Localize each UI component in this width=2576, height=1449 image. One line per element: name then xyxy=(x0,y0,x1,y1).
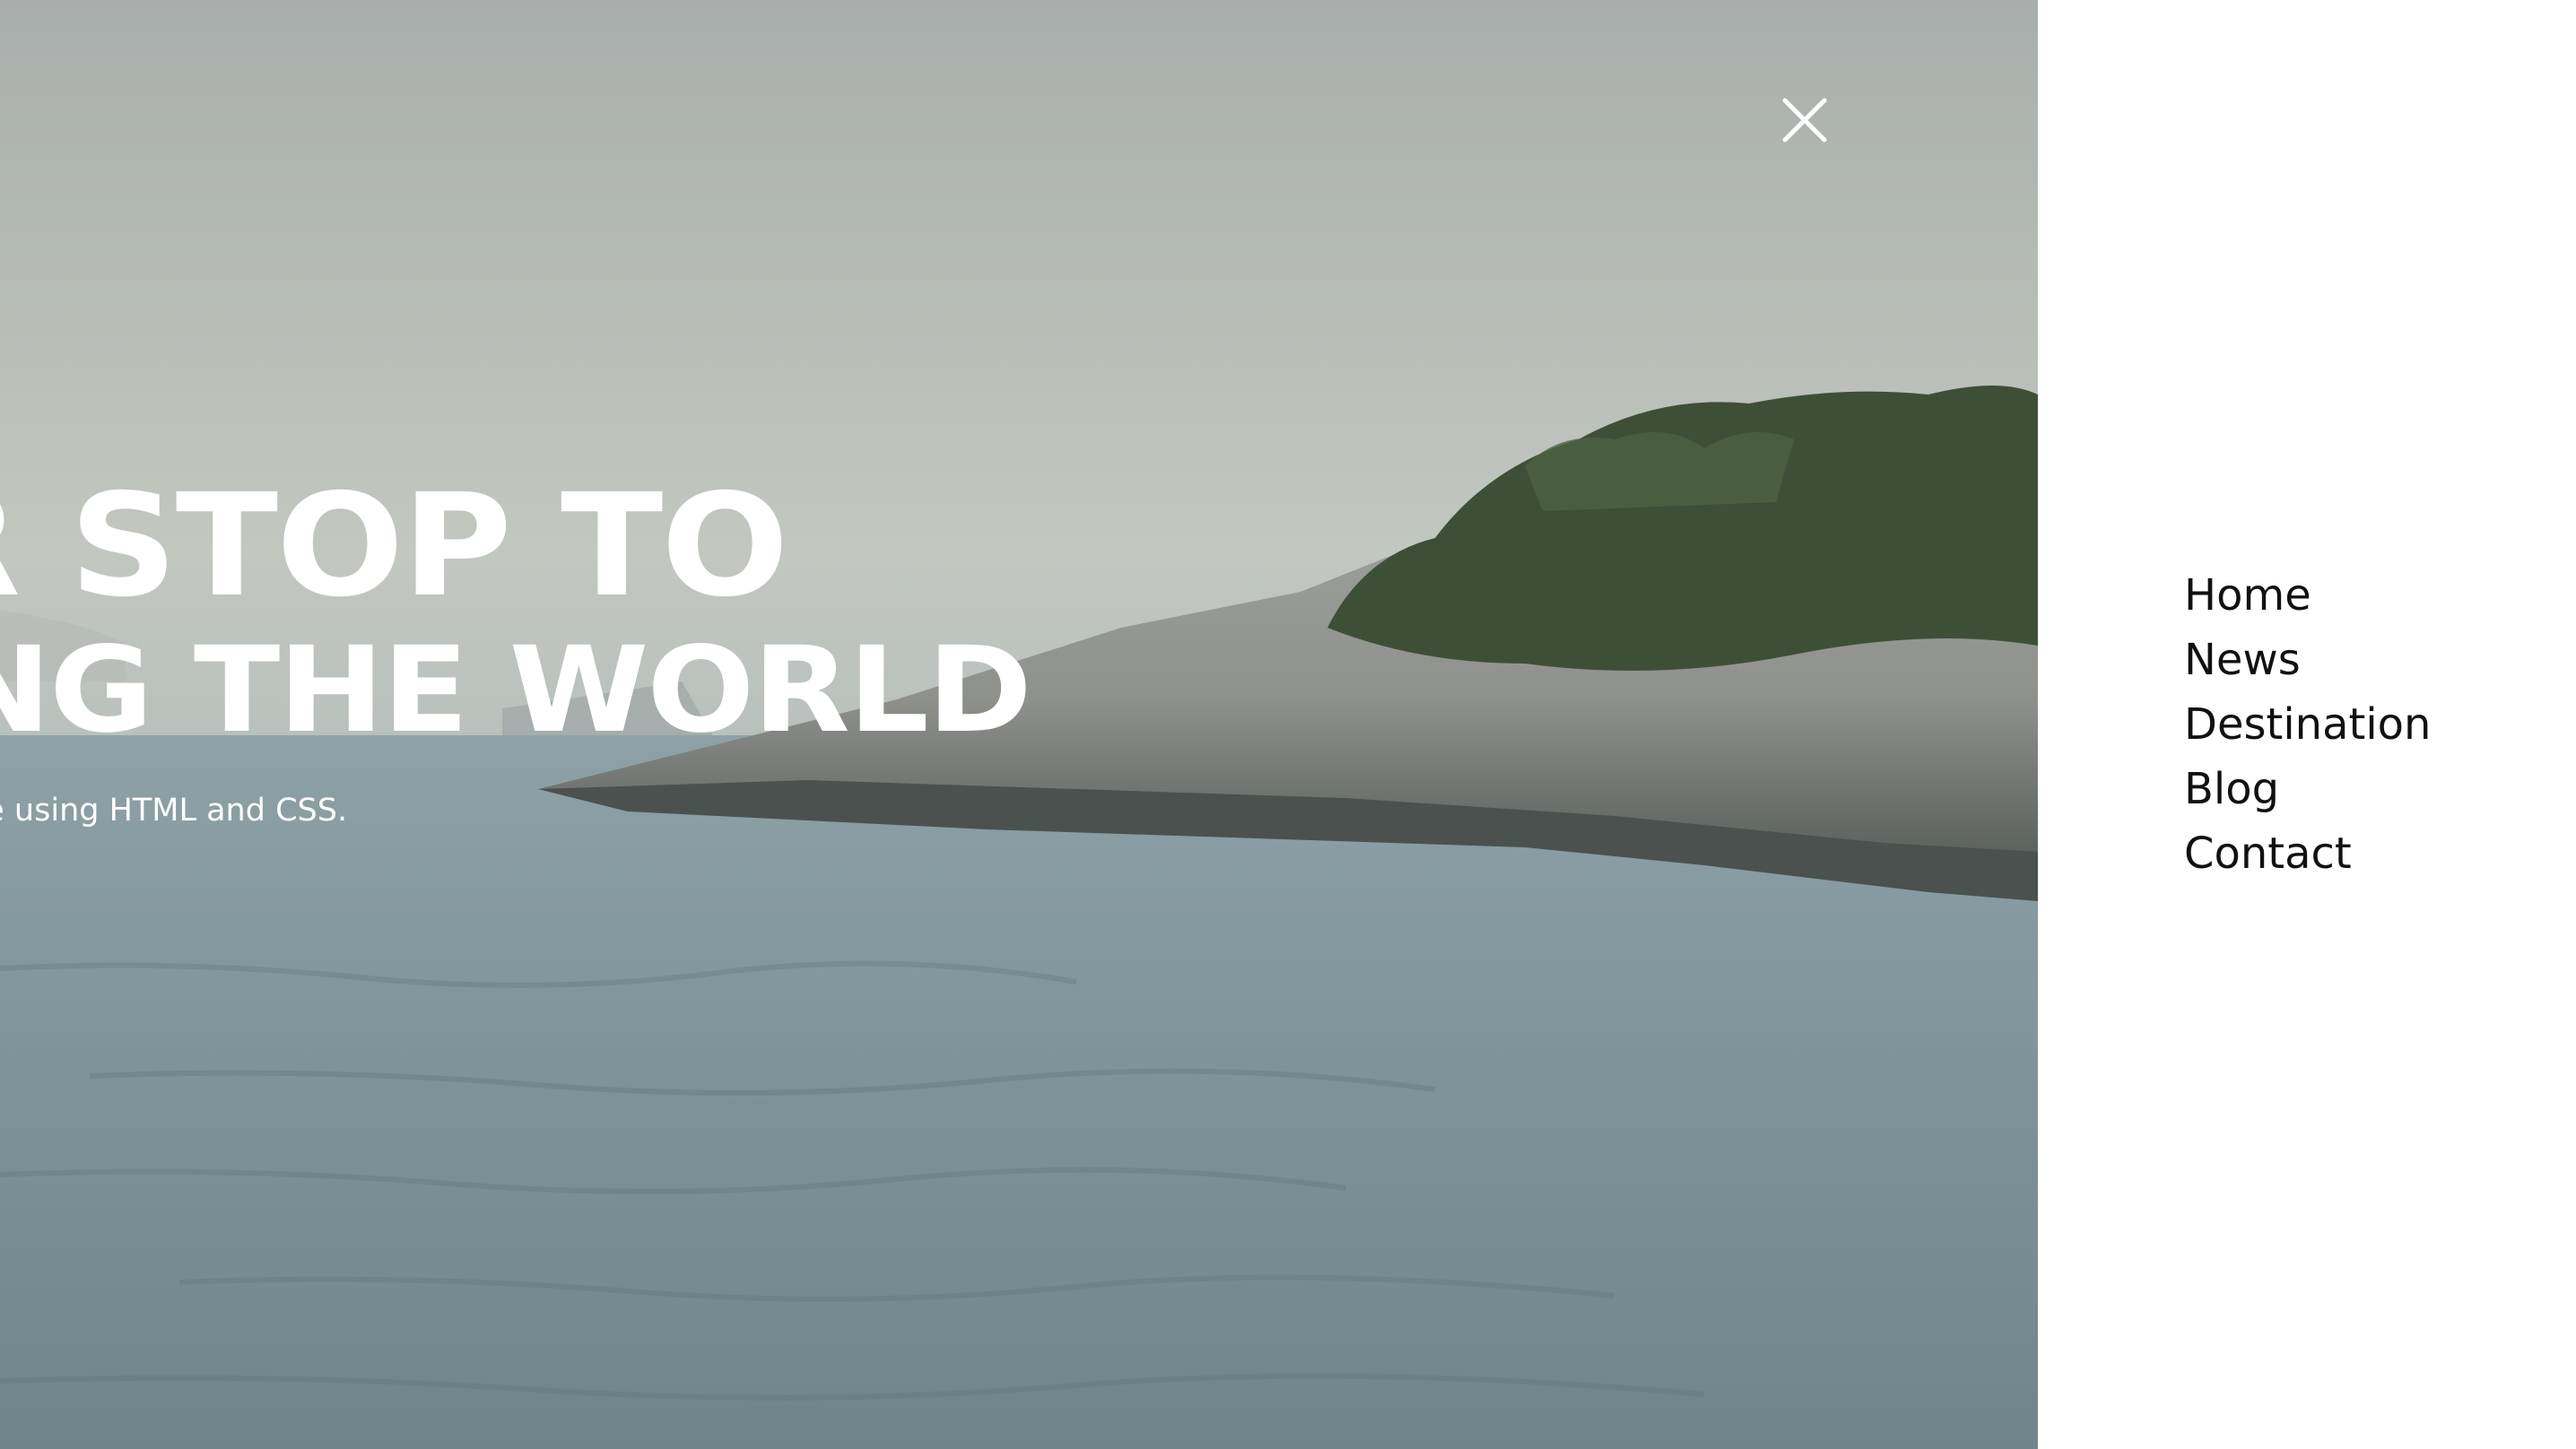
close-icon xyxy=(1782,98,1827,143)
page: ER STOP TO RING THE WORLD or travel site… xyxy=(0,0,2576,1449)
hero-headline-line2: RING THE WORLD xyxy=(0,621,1032,759)
hero-subtitle: or travel site using HTML and CSS. xyxy=(0,793,348,829)
nav-item-blog[interactable]: Blog xyxy=(2184,757,2431,821)
nav-item-contact[interactable]: Contact xyxy=(2184,821,2431,886)
hero-headline-line1: ER STOP TO xyxy=(0,464,789,629)
nav-item-news[interactable]: News xyxy=(2184,628,2431,692)
nav-item-destination[interactable]: Destination xyxy=(2184,692,2431,757)
nav-item-home[interactable]: Home xyxy=(2184,563,2431,628)
hero-text: ER STOP TO RING THE WORLD or travel site… xyxy=(0,475,1032,829)
close-menu-button[interactable] xyxy=(1774,90,1835,151)
nav-list: Home News Destination Blog Contact xyxy=(2184,563,2431,886)
hero-video: ER STOP TO RING THE WORLD or travel site… xyxy=(0,0,2038,1449)
side-navigation: Home News Destination Blog Contact xyxy=(2038,0,2576,1449)
